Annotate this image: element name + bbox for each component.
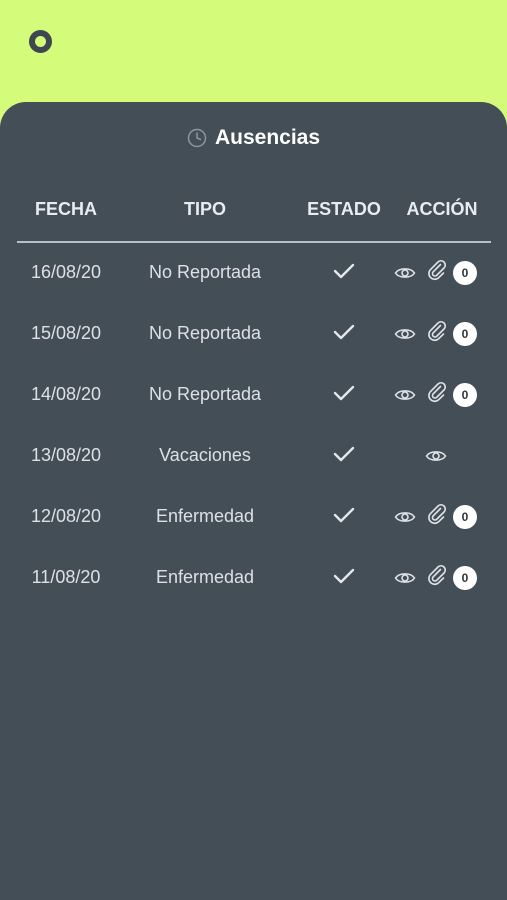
cell-fecha: 13/08/20 <box>30 445 102 465</box>
table-row[interactable]: 11/08/20 Enfermedad 0 <box>0 564 507 606</box>
page-title-text: Ausencias <box>214 126 321 149</box>
attachment-count-badge: 0 <box>453 383 477 407</box>
approved-check-icon <box>333 263 355 279</box>
cell-tipo: No Reportada <box>148 262 262 282</box>
cell-fecha: 12/08/20 <box>30 506 102 526</box>
header-divider <box>17 241 491 243</box>
table-row[interactable]: 14/08/20 No Reportada 0 <box>0 381 507 423</box>
cell-tipo: Enfermedad <box>155 506 255 526</box>
attachment-count-badge: 0 <box>453 322 477 346</box>
attachment-count-badge: 0 <box>453 261 477 285</box>
cell-tipo: No Reportada <box>148 323 262 343</box>
approved-check-icon <box>333 568 355 584</box>
attachment-clip-icon[interactable] <box>426 381 448 403</box>
approved-check-icon <box>333 446 355 462</box>
table-header: FECHA TIPO ESTADO ACCIÓN <box>0 199 507 221</box>
attachment-clip-icon[interactable] <box>426 259 448 281</box>
cell-fecha: 15/08/20 <box>30 323 102 343</box>
attachment-clip-icon[interactable] <box>426 320 448 342</box>
table-row[interactable]: 12/08/20 Enfermedad 0 <box>0 503 507 545</box>
column-header-tipo: TIPO <box>183 199 227 219</box>
cell-tipo: No Reportada <box>148 384 262 404</box>
attachment-count-badge: 0 <box>453 566 477 590</box>
clock-icon <box>187 128 207 148</box>
cell-tipo: Vacaciones <box>159 445 251 465</box>
menu-icon[interactable] <box>29 30 52 53</box>
approved-check-icon <box>333 324 355 340</box>
cell-fecha: 14/08/20 <box>30 384 102 404</box>
cell-tipo: Enfermedad <box>155 567 255 587</box>
column-header-accion: ACCIÓN <box>406 199 478 219</box>
view-eye-icon[interactable] <box>394 567 416 589</box>
view-eye-icon[interactable] <box>394 384 416 406</box>
approved-check-icon <box>333 507 355 523</box>
column-header-fecha: FECHA <box>35 199 97 219</box>
table-row[interactable]: 16/08/20 No Reportada 0 <box>0 259 507 301</box>
table-row[interactable]: 15/08/20 No Reportada 0 <box>0 320 507 362</box>
view-eye-icon[interactable] <box>425 445 447 467</box>
absences-panel <box>0 102 507 900</box>
attachment-clip-icon[interactable] <box>426 564 448 586</box>
view-eye-icon[interactable] <box>394 323 416 345</box>
view-eye-icon[interactable] <box>394 262 416 284</box>
column-header-estado: ESTADO <box>307 199 381 219</box>
page-title: Ausencias <box>0 126 507 150</box>
table-row[interactable]: 13/08/20 Vacaciones <box>0 444 507 484</box>
view-eye-icon[interactable] <box>394 506 416 528</box>
cell-fecha: 16/08/20 <box>30 262 102 282</box>
cell-fecha: 11/08/20 <box>31 567 101 587</box>
approved-check-icon <box>333 385 355 401</box>
attachment-count-badge: 0 <box>453 505 477 529</box>
attachment-clip-icon[interactable] <box>426 503 448 525</box>
